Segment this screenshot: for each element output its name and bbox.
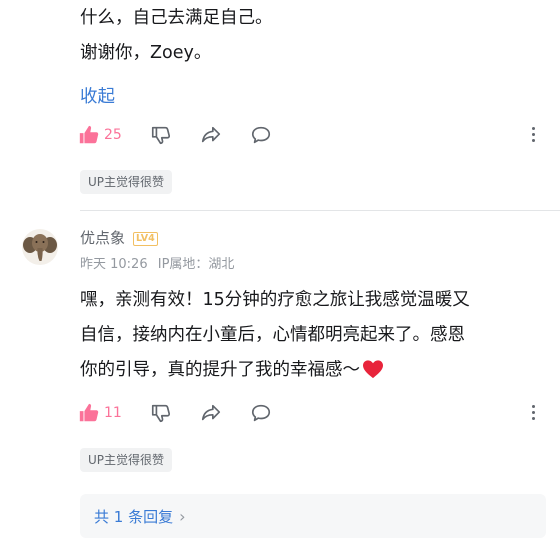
like-count: 11 xyxy=(104,405,122,421)
comment-time: 昨天 10:26 xyxy=(80,257,148,272)
thumb-down-icon xyxy=(150,124,172,146)
comment-text-line-last: 你的引导，真的提升了我的幸福感～ xyxy=(80,354,384,391)
heart-emoji xyxy=(362,358,384,391)
share-icon xyxy=(200,124,222,146)
like-button[interactable]: 25 xyxy=(78,124,122,146)
dislike-button[interactable] xyxy=(150,124,172,146)
collapse-link[interactable]: 收起 xyxy=(80,83,115,108)
thumb-up-icon xyxy=(78,124,100,146)
avatar[interactable] xyxy=(22,229,58,265)
level-badge: LV4 xyxy=(133,232,158,246)
reply-button[interactable] xyxy=(250,124,272,146)
more-icon[interactable] xyxy=(532,405,535,420)
like-button[interactable]: 11 xyxy=(78,402,122,424)
username[interactable]: 优点象 xyxy=(80,229,125,247)
reply-count: 共 1 条回复 xyxy=(94,507,174,526)
comment-text-line: 什么，自己去满足自己。 xyxy=(80,8,273,28)
share-icon xyxy=(200,402,222,424)
comment-text-line: 谢谢你，Zoey。 xyxy=(80,43,212,63)
thumb-up-icon xyxy=(78,402,100,424)
like-count: 25 xyxy=(104,127,122,143)
comment-meta: 昨天 10:26 IP属地：湖北 xyxy=(80,253,234,272)
view-replies-button[interactable]: 共 1 条回复 › xyxy=(80,494,546,538)
reply-button[interactable] xyxy=(250,402,272,424)
up-liked-tag: UP主觉得很赞 xyxy=(80,448,173,472)
up-liked-tag: UP主觉得很赞 xyxy=(80,170,173,194)
comment-actions: 25 xyxy=(78,122,300,148)
comment-text: 你的引导，真的提升了我的幸福感～ xyxy=(80,360,360,380)
chevron-right-icon: › xyxy=(179,506,186,526)
comment-text-line: 自信，接纳内在小童后，心情都明亮起来了。感恩 xyxy=(80,325,465,345)
ip-location: IP属地：湖北 xyxy=(157,257,235,272)
dislike-button[interactable] xyxy=(150,402,172,424)
comment-icon xyxy=(250,124,272,146)
share-button[interactable] xyxy=(200,402,222,424)
comment-actions: 11 xyxy=(78,400,300,426)
comment-divider xyxy=(80,210,560,211)
comment-text-line: 嘿，亲测有效！15分钟的疗愈之旅让我感觉温暖又 xyxy=(80,290,470,310)
comment-icon xyxy=(250,402,272,424)
comment-header: 优点象 LV4 xyxy=(80,227,158,248)
more-icon[interactable] xyxy=(532,127,535,142)
share-button[interactable] xyxy=(200,124,222,146)
thumb-down-icon xyxy=(150,402,172,424)
